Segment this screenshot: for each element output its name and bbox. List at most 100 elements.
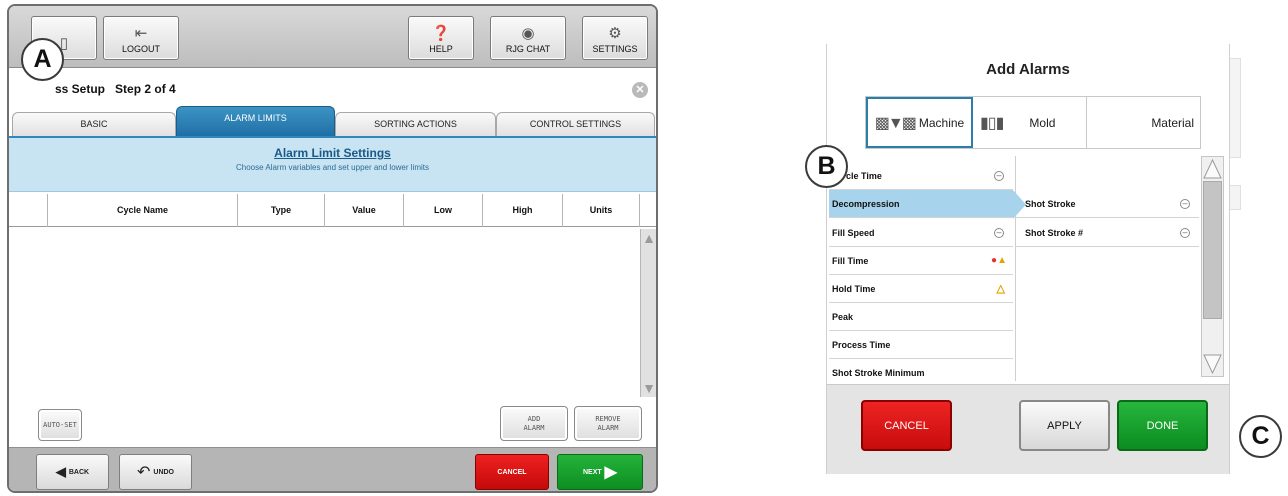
undo-label: UNDO: [153, 468, 175, 476]
list-item-label: Shot Stroke Minimum: [832, 368, 925, 378]
undo-icon: ↶: [136, 464, 151, 481]
apply-label: APPLY: [1047, 419, 1082, 432]
minus-icon: –: [994, 228, 1004, 238]
banner-subtitle: Choose Alarm variables and set upper and…: [236, 163, 429, 172]
mold-icon: ▮▯▮: [980, 114, 1004, 132]
segment-material-label: Material: [1151, 115, 1194, 130]
page-title-text: ss Setup: [55, 82, 106, 96]
list-item-shot-stroke-minimum[interactable]: Shot Stroke Minimum: [829, 359, 1013, 381]
tab-basic[interactable]: BASIC: [12, 112, 176, 136]
background-window-edge: [1229, 185, 1241, 210]
next-label: NEXT: [583, 468, 602, 476]
gear-icon: ⚙: [608, 25, 622, 42]
close-icon[interactable]: ✕: [632, 82, 648, 98]
dialog-title: Add Alarms: [986, 61, 1070, 78]
banner-title[interactable]: Alarm Limit Settings: [9, 146, 656, 160]
column-type[interactable]: Type: [238, 194, 325, 227]
minus-icon: –: [994, 171, 1004, 181]
logout-button[interactable]: ⇤ LOGOUT: [103, 16, 179, 60]
scroll-down-icon[interactable]: ▼: [641, 379, 656, 397]
tab-sorting-actions[interactable]: SORTING ACTIONS: [335, 112, 496, 136]
dialog-footer: CANCEL APPLY DONE: [827, 384, 1229, 474]
add-alarm-button[interactable]: ADD ALARM: [500, 406, 568, 441]
settings-button[interactable]: ⚙ SETTINGS: [582, 16, 648, 60]
list-item-process-time[interactable]: Process Time: [829, 331, 1013, 359]
callout-marker-b: B: [805, 145, 848, 188]
logout-icon: ⇤: [134, 25, 148, 42]
done-button[interactable]: DONE: [1117, 400, 1208, 451]
list-item-label: cle Time: [846, 171, 882, 181]
dialog-cancel-label: CANCEL: [884, 419, 929, 432]
list-item-label: Peak: [832, 312, 854, 322]
machine-icon: ▩▼▩: [874, 114, 917, 132]
next-button[interactable]: NEXT ▶: [557, 454, 643, 490]
background-window-edge: [1229, 58, 1241, 158]
scroll-up-icon[interactable]: ▲: [641, 229, 656, 247]
scroll-down-icon[interactable]: [1203, 354, 1222, 374]
auto-set-button[interactable]: AUTO-SET: [38, 409, 82, 441]
add-alarms-dialog: Add Alarms ▩▼▩ Machine ▮▯▮ Mold Material…: [826, 44, 1230, 474]
column-cycle-name[interactable]: Cycle Name: [48, 194, 238, 227]
back-label: BACK: [68, 468, 90, 476]
alarm-limit-banner: Alarm Limit Settings Choose Alarm variab…: [9, 136, 656, 192]
table-scrollbar[interactable]: ▲ ▼: [640, 229, 656, 397]
add-alarm-label-1: ADD: [527, 414, 541, 423]
list-item-cycle-time[interactable]: cle Time –: [829, 162, 1013, 190]
list-scrollbar[interactable]: [1201, 156, 1224, 377]
apply-button[interactable]: APPLY: [1019, 400, 1110, 451]
scroll-thumb[interactable]: [1203, 181, 1222, 319]
callout-marker-c: C: [1239, 415, 1282, 458]
segment-mold-label: Mold: [1029, 115, 1056, 130]
undo-button[interactable]: ↶ UNDO: [119, 454, 192, 490]
tab-alarm-limits[interactable]: ALARM LIMITS: [176, 106, 335, 136]
alarm-category-selector: ▩▼▩ Machine ▮▯▮ Mold Material: [865, 96, 1201, 149]
column-select: [9, 194, 48, 227]
remove-alarm-label-1: REMOVE: [595, 414, 621, 423]
cancel-label: CANCEL: [497, 468, 527, 476]
rjg-chat-button[interactable]: ◉ RJG CHAT: [490, 16, 566, 60]
page-title: ss Setup Step 2 of 4: [21, 82, 176, 96]
add-alarm-label-2: ALARM: [523, 423, 545, 432]
top-toolbar: ▯ ⇤ LOGOUT ❓ HELP ◉ RJG CHAT ⚙ SETTINGS: [9, 6, 656, 68]
done-label: DONE: [1146, 419, 1179, 432]
scroll-up-icon[interactable]: [1203, 159, 1222, 179]
column-units[interactable]: Units: [563, 194, 640, 227]
back-arrow-icon: ◀: [55, 464, 66, 479]
callout-marker-a: A: [21, 38, 64, 81]
list-item-shot-stroke[interactable]: Shot Stroke –: [1016, 190, 1199, 218]
question-icon: ❓: [431, 25, 451, 42]
help-button[interactable]: ❓ HELP: [408, 16, 474, 60]
list-item-label: Process Time: [832, 340, 891, 350]
column-value[interactable]: Value: [325, 194, 404, 227]
remove-alarm-button[interactable]: REMOVE ALARM: [574, 406, 642, 441]
segment-material[interactable]: Material: [1088, 97, 1200, 148]
chat-icon: ◉: [521, 25, 535, 42]
alarm-warning-icon: ●▲: [991, 255, 1007, 266]
tab-control-settings[interactable]: CONTROL SETTINGS: [496, 112, 655, 136]
list-item-decompression[interactable]: Decompression: [829, 190, 1013, 218]
help-label: HELP: [429, 44, 453, 54]
column-low[interactable]: Low: [404, 194, 483, 227]
setup-header: ss Setup Step 2 of 4 ✕: [9, 72, 656, 106]
list-item-hold-time[interactable]: Hold Time △: [829, 275, 1013, 303]
alarm-table-header: Cycle Name Type Value Low High Units: [9, 194, 656, 227]
dialog-cancel-button[interactable]: CANCEL: [861, 400, 952, 451]
list-item-label: Shot Stroke #: [1025, 228, 1084, 238]
alarm-variable-lists: cle Time – Decompression Fill Speed – Fi…: [829, 156, 1199, 381]
minus-icon: –: [1180, 199, 1190, 209]
column-high[interactable]: High: [483, 194, 563, 227]
next-arrow-icon: ▶: [604, 464, 617, 481]
list-item-peak[interactable]: Peak: [829, 303, 1013, 331]
step-indicator: Step 2 of 4: [115, 82, 176, 96]
cancel-button[interactable]: CANCEL: [475, 454, 549, 490]
list-item-fill-time[interactable]: Fill Time ●▲: [829, 247, 1013, 275]
back-button[interactable]: ◀ BACK: [36, 454, 109, 490]
list-item-label: Fill Time: [832, 256, 869, 266]
segment-mold[interactable]: ▮▯▮ Mold: [974, 97, 1087, 148]
minus-icon: –: [1180, 228, 1190, 238]
list-item-fill-speed[interactable]: Fill Speed –: [829, 219, 1013, 247]
segment-machine[interactable]: ▩▼▩ Machine: [866, 97, 973, 148]
bottom-toolbar: ◀ BACK ↶ UNDO CANCEL NEXT ▶: [9, 447, 656, 491]
list-item-shot-stroke-number[interactable]: Shot Stroke # –: [1016, 219, 1199, 247]
tab-bar: BASIC ALARM LIMITS SORTING ACTIONS CONTR…: [12, 106, 655, 136]
